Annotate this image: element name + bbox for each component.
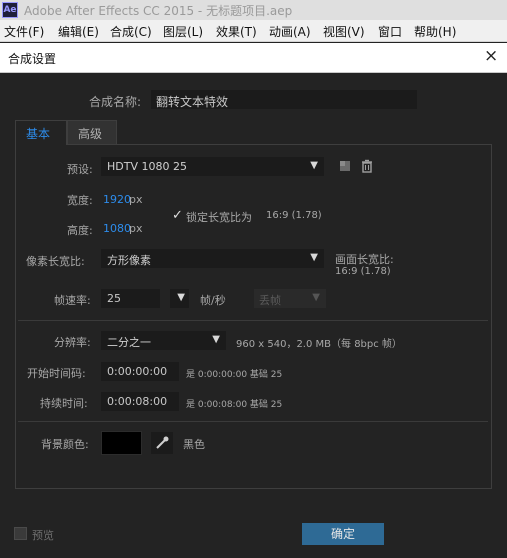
- menu-animation[interactable]: 动画(A): [269, 23, 311, 40]
- menu-file[interactable]: 文件(F): [4, 23, 44, 40]
- dialog-header: 合成设置 ×: [0, 43, 507, 73]
- window-title-bar: Ae Adobe After Effects CC 2015 - 无标题项目.a…: [0, 0, 507, 20]
- chevron-down-icon: ▼: [312, 292, 320, 303]
- bg-color-name: 黑色: [183, 438, 205, 451]
- width-value[interactable]: 1920: [103, 193, 131, 206]
- preview-checkbox[interactable]: [14, 527, 27, 540]
- resolution-label: 分辨率:: [54, 336, 91, 349]
- save-preset-icon[interactable]: [337, 159, 353, 175]
- fps-unit: 帧/秒: [200, 294, 226, 307]
- chevron-down-icon: ▼: [212, 334, 220, 345]
- fps-dropdown[interactable]: ▼: [170, 289, 189, 308]
- fps-label: 帧速率:: [54, 294, 91, 307]
- menu-layer[interactable]: 图层(L): [163, 23, 203, 40]
- tab-basic[interactable]: 基本: [15, 120, 67, 145]
- comp-name-input[interactable]: 翻转文本特效: [151, 90, 417, 109]
- duration-label: 持续时间:: [40, 397, 88, 410]
- menu-view[interactable]: 视图(V): [323, 23, 365, 40]
- fps-input[interactable]: 25: [101, 289, 160, 308]
- menu-bar: 文件(F) 编辑(E) 合成(C) 图层(L) 效果(T) 动画(A) 视图(V…: [0, 20, 507, 42]
- after-effects-app-icon: Ae: [2, 2, 18, 18]
- ok-button[interactable]: 确定: [302, 523, 384, 545]
- menu-effect[interactable]: 效果(T): [216, 23, 257, 40]
- width-label: 宽度:: [67, 194, 93, 207]
- chevron-down-icon: ▼: [310, 252, 318, 263]
- menu-help[interactable]: 帮助(H): [414, 23, 456, 40]
- duration-info: 是 0:00:08:00 基础 25: [186, 400, 283, 410]
- dialog-title: 合成设置: [8, 52, 57, 66]
- preset-label: 预设:: [67, 163, 93, 176]
- start-timecode-info: 是 0:00:00:00 基础 25: [186, 370, 283, 380]
- pixel-aspect-label: 像素长宽比:: [26, 255, 85, 268]
- comp-name-label: 合成名称:: [89, 95, 142, 109]
- drop-frame-dropdown[interactable]: 丢帧 ▼: [254, 289, 326, 308]
- resolution-dropdown[interactable]: 二分之一 ▼: [101, 331, 226, 350]
- chevron-down-icon: ▼: [310, 160, 318, 171]
- menu-composition[interactable]: 合成(C): [110, 23, 152, 40]
- resolution-value: 二分之一: [107, 336, 151, 349]
- close-icon[interactable]: ×: [484, 48, 498, 65]
- eyedropper-icon[interactable]: [151, 432, 173, 454]
- drop-frame-value: 丢帧: [259, 294, 281, 307]
- divider: [18, 320, 488, 321]
- frame-aspect-label: 画面长宽比:: [335, 253, 394, 266]
- resolution-info: 960 x 540，2.0 MB（每 8bpc 帧）: [236, 339, 402, 350]
- duration-input[interactable]: 0:00:08:00: [101, 392, 179, 411]
- width-unit: px: [129, 193, 143, 206]
- bg-color-swatch[interactable]: [101, 431, 142, 455]
- preset-dropdown[interactable]: HDTV 1080 25 ▼: [101, 157, 324, 176]
- lock-aspect-ratio: 16:9 (1.78): [266, 210, 322, 221]
- tab-advanced[interactable]: 高级: [67, 120, 117, 145]
- menu-edit[interactable]: 编辑(E): [58, 23, 99, 40]
- preset-value: HDTV 1080 25: [107, 160, 187, 173]
- trash-icon[interactable]: [359, 159, 375, 175]
- height-value[interactable]: 1080: [103, 222, 131, 235]
- height-unit: px: [129, 222, 143, 235]
- menu-window[interactable]: 窗口: [378, 23, 402, 40]
- lock-aspect-label: 锁定长宽比为: [186, 211, 252, 224]
- pixel-aspect-value: 方形像素: [107, 254, 151, 267]
- bg-color-label: 背景颜色:: [41, 438, 89, 451]
- chevron-down-icon: ▼: [177, 292, 185, 303]
- height-label: 高度:: [67, 224, 93, 237]
- frame-aspect-value: 16:9 (1.78): [335, 266, 391, 277]
- divider: [18, 421, 488, 422]
- start-timecode-label: 开始时间码:: [27, 367, 86, 380]
- window-title: Adobe After Effects CC 2015 - 无标题项目.aep: [24, 4, 293, 18]
- start-timecode-input[interactable]: 0:00:00:00: [101, 362, 179, 381]
- pixel-aspect-dropdown[interactable]: 方形像素 ▼: [101, 249, 324, 268]
- preview-label: 预览: [32, 529, 54, 542]
- lock-checkbox[interactable]: ✓: [172, 208, 183, 223]
